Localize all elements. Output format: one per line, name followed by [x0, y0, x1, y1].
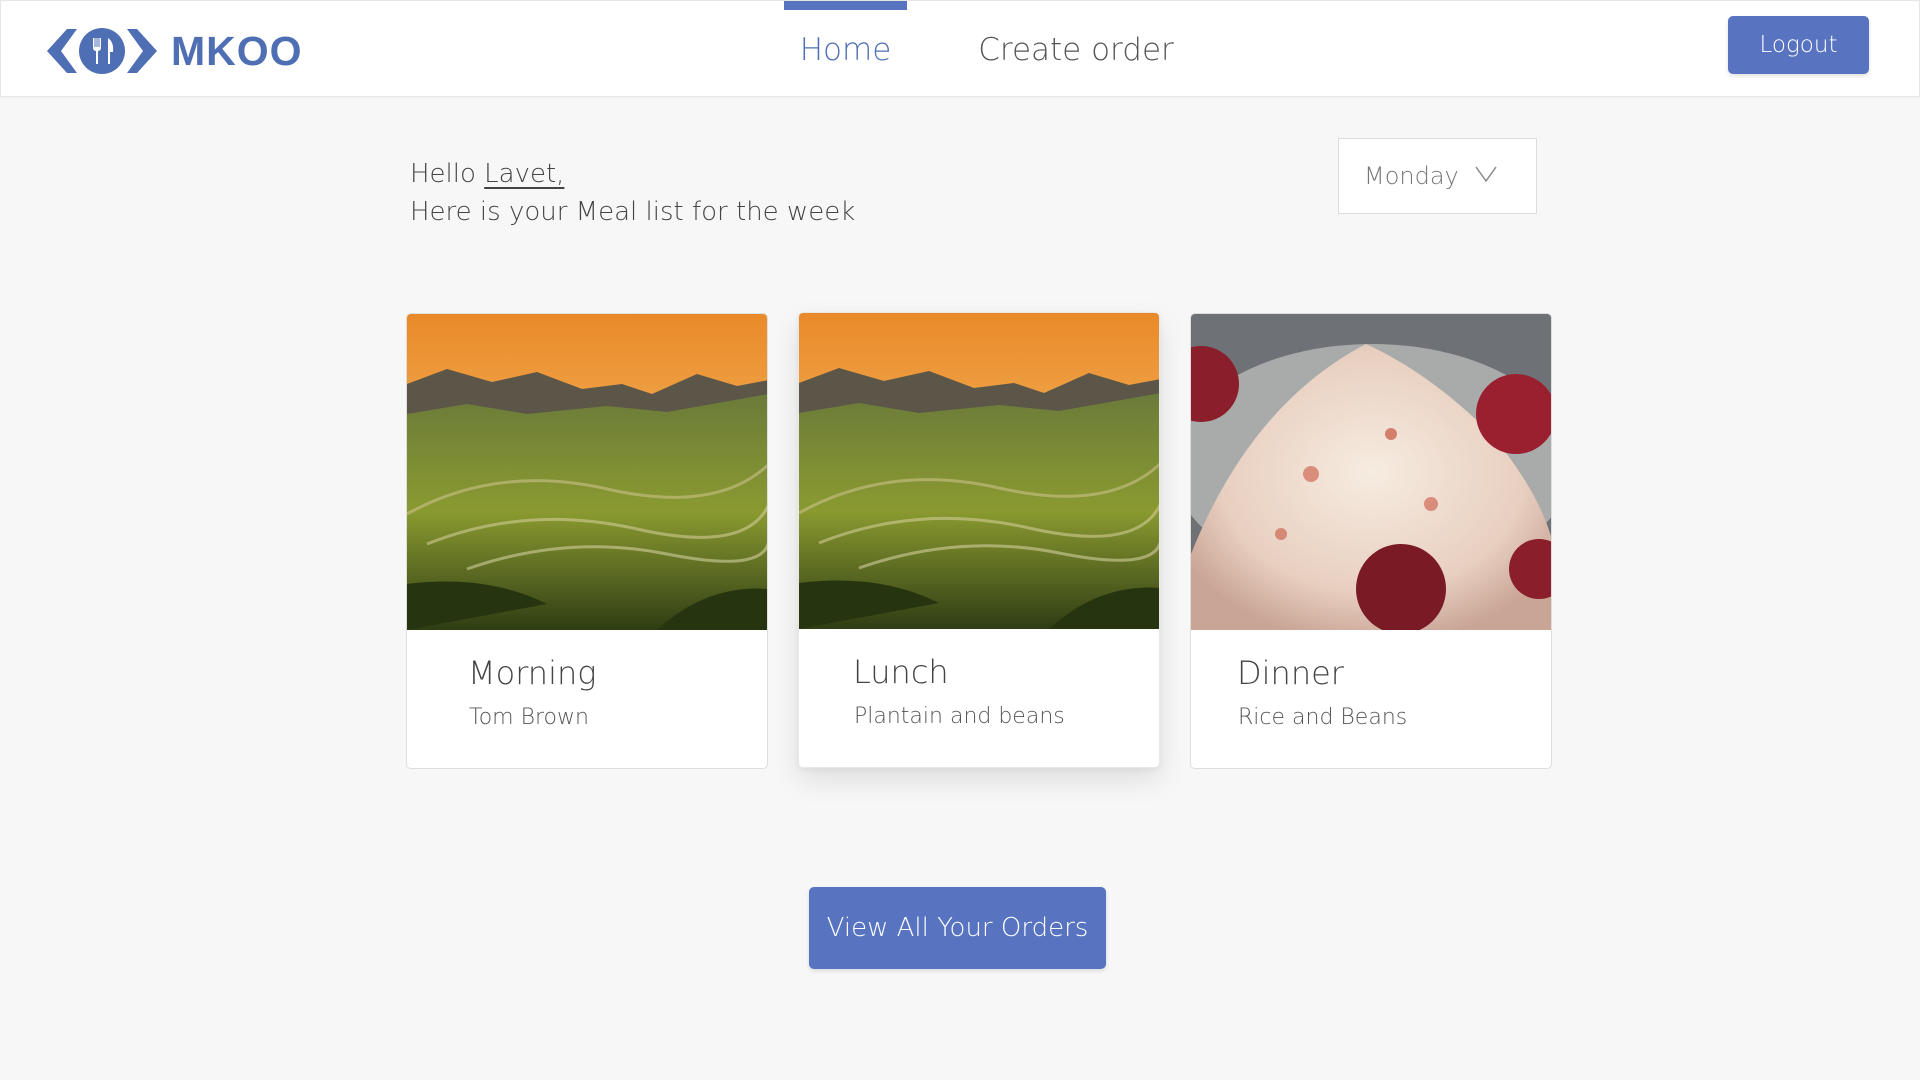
- meal-card-title: Lunch: [853, 653, 949, 691]
- fork-knife-icon: [47, 28, 157, 74]
- chevron-down-icon: [1475, 166, 1497, 183]
- greeting-hello: Hello: [410, 159, 476, 189]
- meal-card-dinner[interactable]: Dinner Rice and Beans: [1190, 313, 1552, 769]
- greeting-subtitle: Here is your Meal list for the week: [410, 197, 856, 227]
- tab-create-order-label: Create order: [978, 31, 1174, 68]
- brand-name: MKOO: [171, 27, 303, 74]
- meal-card-title: Dinner: [1237, 654, 1344, 692]
- day-select-value: Monday: [1364, 162, 1459, 190]
- meal-card-item: Plantain and beans: [854, 704, 1065, 729]
- greeting-line: Hello Lavet,: [410, 155, 855, 193]
- greeting-block: Hello Lavet, Here is your Meal list for …: [410, 155, 855, 231]
- meal-image: [799, 313, 1159, 629]
- tab-home-label: Home: [799, 31, 892, 68]
- meal-card-morning[interactable]: Morning Tom Brown: [406, 313, 768, 769]
- brand-logo[interactable]: MKOO: [45, 26, 303, 76]
- meal-card-item: Rice and Beans: [1238, 705, 1408, 730]
- meal-card-item: Tom Brown: [469, 705, 589, 730]
- meal-card-title: Morning: [468, 654, 597, 692]
- active-tab-indicator: [784, 1, 907, 10]
- meal-card-lunch[interactable]: Lunch Plantain and beans: [798, 312, 1160, 768]
- meal-image: [1191, 314, 1551, 630]
- tab-home[interactable]: Home: [784, 1, 907, 98]
- logout-button[interactable]: Logout: [1728, 16, 1869, 74]
- meal-image: [407, 314, 767, 630]
- view-all-orders-button[interactable]: View All Your Orders: [809, 887, 1106, 969]
- user-name-link[interactable]: Lavet,: [484, 159, 564, 189]
- tab-create-order[interactable]: Create order: [971, 1, 1181, 98]
- day-select[interactable]: Monday: [1338, 138, 1537, 214]
- top-navbar: MKOO Home Create order Logout: [0, 0, 1920, 97]
